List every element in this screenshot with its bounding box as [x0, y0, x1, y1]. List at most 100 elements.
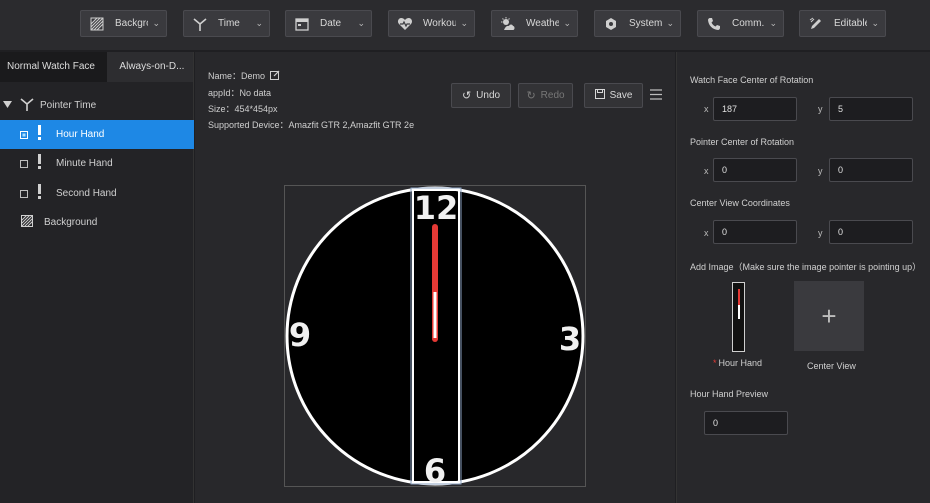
weather-icon	[500, 16, 516, 32]
save-icon	[594, 89, 605, 102]
layer-panel: Normal Watch Face Always-on-D... Pointer…	[0, 52, 194, 503]
appid-label: appId：	[208, 87, 240, 98]
tree-item-hour-hand[interactable]: Hour Hand	[0, 120, 194, 149]
canvas-area: Name：Demo appId：No data Size：454*454px S…	[195, 52, 675, 503]
watch-face-preview: 12 3 6 9	[285, 186, 585, 490]
numeral-6: 6	[424, 452, 446, 486]
tab-always-on-display[interactable]: Always-on-D...	[107, 52, 193, 82]
face-tabs: Normal Watch Face Always-on-D...	[0, 52, 193, 82]
device-value: Amazfit GTR 2,Amazfit GTR 2e	[288, 119, 415, 130]
workout-menu-button[interactable]: Workou... ⌄	[388, 10, 475, 37]
undo-label: Undo	[476, 90, 501, 101]
add-image-title: Add Image（Make sure the image pointer is…	[690, 262, 922, 272]
system-menu-label: System	[629, 18, 663, 29]
hour-hand-caption-text: Hour Hand	[718, 358, 763, 368]
name-label: Name：	[208, 71, 242, 81]
preview-input[interactable]: 0	[704, 411, 788, 435]
numeral-9: 9	[289, 316, 311, 354]
view-y-input[interactable]: 0	[829, 220, 913, 244]
edit-name-icon[interactable]	[269, 69, 280, 85]
redo-button[interactable]: ↻ Redo	[518, 83, 573, 108]
pointer-icon	[19, 97, 35, 114]
tree-item-second-hand[interactable]: Second Hand	[0, 179, 194, 208]
chevron-down-icon: ⌄	[563, 18, 571, 28]
tree-item-label: Pointer Time	[40, 100, 97, 111]
pointer-x-input[interactable]: 0	[713, 158, 797, 182]
size-value: 454*454px	[234, 103, 278, 114]
rotation-center-title: Watch Face Center of Rotation	[690, 75, 814, 85]
tree-item-label: Hour Hand	[56, 129, 105, 140]
undo-icon: ↺	[461, 90, 472, 102]
x-label: x	[704, 104, 709, 114]
time-menu-button[interactable]: Time ⌄	[183, 10, 270, 37]
chevron-down-icon: ⌄	[871, 18, 879, 28]
numeral-3: 3	[559, 320, 581, 358]
rotation-y-input[interactable]: 5	[829, 97, 913, 121]
communication-menu-button[interactable]: Comm... ⌄	[697, 10, 784, 37]
system-menu-button[interactable]: System ⌄	[594, 10, 681, 37]
background-icon	[20, 214, 35, 230]
editable-menu-label: Editable	[834, 18, 868, 29]
redo-icon: ↻	[526, 90, 536, 102]
chevron-down-icon: ⌄	[769, 18, 777, 28]
center-view-caption: Center View	[807, 361, 856, 371]
background-menu-button[interactable]: Backgro... ⌄	[80, 10, 167, 37]
chevron-down-icon: ⌄	[255, 18, 263, 28]
y-label: y	[818, 104, 823, 114]
center-view-add-button[interactable]: +	[794, 281, 864, 351]
toolbar: Backgro... ⌄ Time ⌄ Date ⌄ Workou... ⌄ W…	[0, 0, 930, 50]
editable-menu-button[interactable]: Editable ⌄	[799, 10, 886, 37]
appid-value: No data	[239, 87, 272, 98]
view-x-input[interactable]: 0	[713, 220, 797, 244]
chevron-down-icon: ⌄	[460, 18, 468, 28]
tab-normal-watch-face[interactable]: Normal Watch Face	[0, 52, 108, 82]
rotation-x-input[interactable]: 187	[713, 97, 797, 121]
tree-item-label: Minute Hand	[56, 158, 113, 169]
weather-menu-label: Weather	[526, 18, 560, 29]
hand-icon	[38, 154, 42, 173]
save-label: Save	[609, 90, 633, 101]
chevron-down-icon: ⌄	[152, 18, 160, 28]
properties-panel: Watch Face Center of Rotation x 187 y 5 …	[676, 52, 930, 503]
workout-menu-label: Workou...	[423, 18, 457, 29]
center-view-coords-title: Center View Coordinates	[690, 198, 790, 208]
watch-face-canvas[interactable]: 12 3 6 9	[284, 185, 586, 490]
pointer-y-input[interactable]: 0	[829, 158, 913, 182]
collapse-arrow-icon[interactable]	[3, 100, 13, 111]
required-mark: *	[713, 358, 717, 368]
save-button[interactable]: Save	[584, 83, 643, 108]
system-icon	[603, 16, 619, 32]
preview-title: Hour Hand Preview	[690, 389, 769, 399]
background-icon	[89, 16, 105, 32]
weather-menu-button[interactable]: Weather ⌄	[491, 10, 578, 37]
name-value: Demo	[241, 71, 266, 81]
tree-item-background[interactable]: Background	[0, 208, 194, 237]
checkbox[interactable]	[20, 159, 28, 168]
heart-icon	[397, 16, 413, 32]
calendar-icon	[294, 16, 310, 32]
checkbox[interactable]	[20, 189, 28, 198]
hand-icon	[38, 184, 42, 203]
tree-item-minute-hand[interactable]: Minute Hand	[0, 149, 194, 178]
project-info: Name：Demo appId：No data Size：454*454px S…	[208, 68, 414, 133]
device-label: Supported Device：	[208, 119, 289, 130]
pointer-center-title: Pointer Center of Rotation	[690, 137, 795, 147]
chevron-down-icon: ⌄	[666, 18, 674, 28]
tree-item-pointer-time[interactable]: Pointer Time	[0, 91, 194, 120]
date-menu-button[interactable]: Date ⌄	[285, 10, 372, 37]
date-menu-label: Date	[320, 18, 342, 29]
hand-icon	[38, 125, 42, 144]
tree-item-label: Second Hand	[56, 188, 117, 199]
numeral-12: 12	[414, 189, 459, 227]
more-menu-icon[interactable]	[650, 89, 662, 101]
checkbox[interactable]	[20, 130, 28, 139]
hour-hand-white	[433, 292, 437, 338]
tree-item-label: Background	[44, 217, 98, 228]
time-menu-label: Time	[218, 18, 240, 29]
plus-icon: +	[821, 300, 837, 331]
size-label: Size：	[208, 103, 235, 114]
pointer-icon	[192, 16, 208, 32]
chevron-down-icon: ⌄	[357, 18, 365, 28]
undo-button[interactable]: ↺ Undo	[451, 83, 511, 108]
hour-hand-image[interactable]	[732, 282, 745, 352]
